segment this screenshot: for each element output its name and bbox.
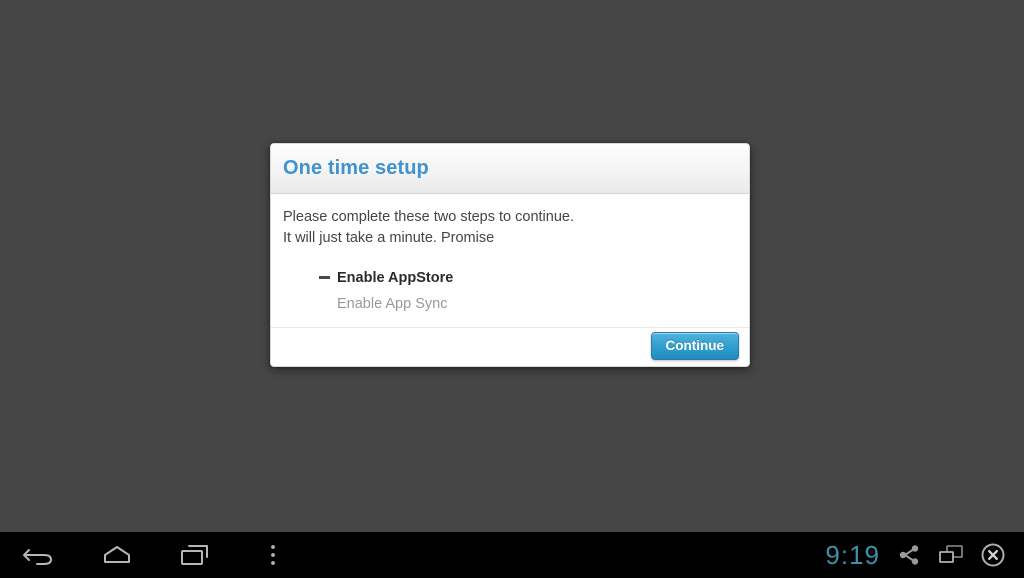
recent-apps-icon	[178, 542, 212, 568]
overflow-menu-icon	[263, 542, 283, 568]
screen-root: One time setup Please complete these two…	[0, 0, 1024, 578]
screen-mirror-button[interactable]	[930, 532, 972, 578]
dialog-footer: Continue	[271, 327, 749, 366]
dialog-intro-line-1: Please complete these two steps to conti…	[283, 209, 574, 225]
share-button[interactable]	[888, 532, 930, 578]
close-button[interactable]	[972, 532, 1014, 578]
back-arrow-icon	[22, 542, 56, 568]
share-icon	[896, 542, 922, 568]
setup-steps-list: Enable AppStore Enable App Sync	[283, 265, 735, 317]
setup-step-label: Enable App Sync	[337, 296, 448, 312]
navigation-buttons-group	[0, 532, 312, 578]
recent-apps-button[interactable]	[156, 532, 234, 578]
back-button[interactable]	[0, 532, 78, 578]
home-button[interactable]	[78, 532, 156, 578]
home-icon	[100, 542, 134, 568]
screen-mirror-icon	[937, 542, 965, 568]
overflow-menu-button[interactable]	[234, 532, 312, 578]
one-time-setup-dialog: One time setup Please complete these two…	[270, 143, 750, 367]
setup-step-enable-app-sync[interactable]: Enable App Sync	[283, 291, 735, 317]
dialog-header: One time setup	[271, 144, 749, 194]
dialog-title: One time setup	[283, 156, 429, 179]
continue-button[interactable]: Continue	[650, 332, 739, 360]
status-clock: 9:19	[825, 540, 880, 570]
dialog-body: Please complete these two steps to conti…	[271, 194, 749, 327]
setup-step-label: Enable AppStore	[337, 270, 454, 286]
status-area: 9:19	[821, 532, 1024, 578]
close-circle-icon	[979, 541, 1007, 569]
dialog-intro-line-2: It will just take a minute. Promise	[283, 230, 495, 246]
system-navigation-bar: 9:19	[0, 532, 1024, 578]
dash-marker-icon	[319, 276, 330, 279]
setup-step-enable-appstore[interactable]: Enable AppStore	[283, 265, 735, 291]
